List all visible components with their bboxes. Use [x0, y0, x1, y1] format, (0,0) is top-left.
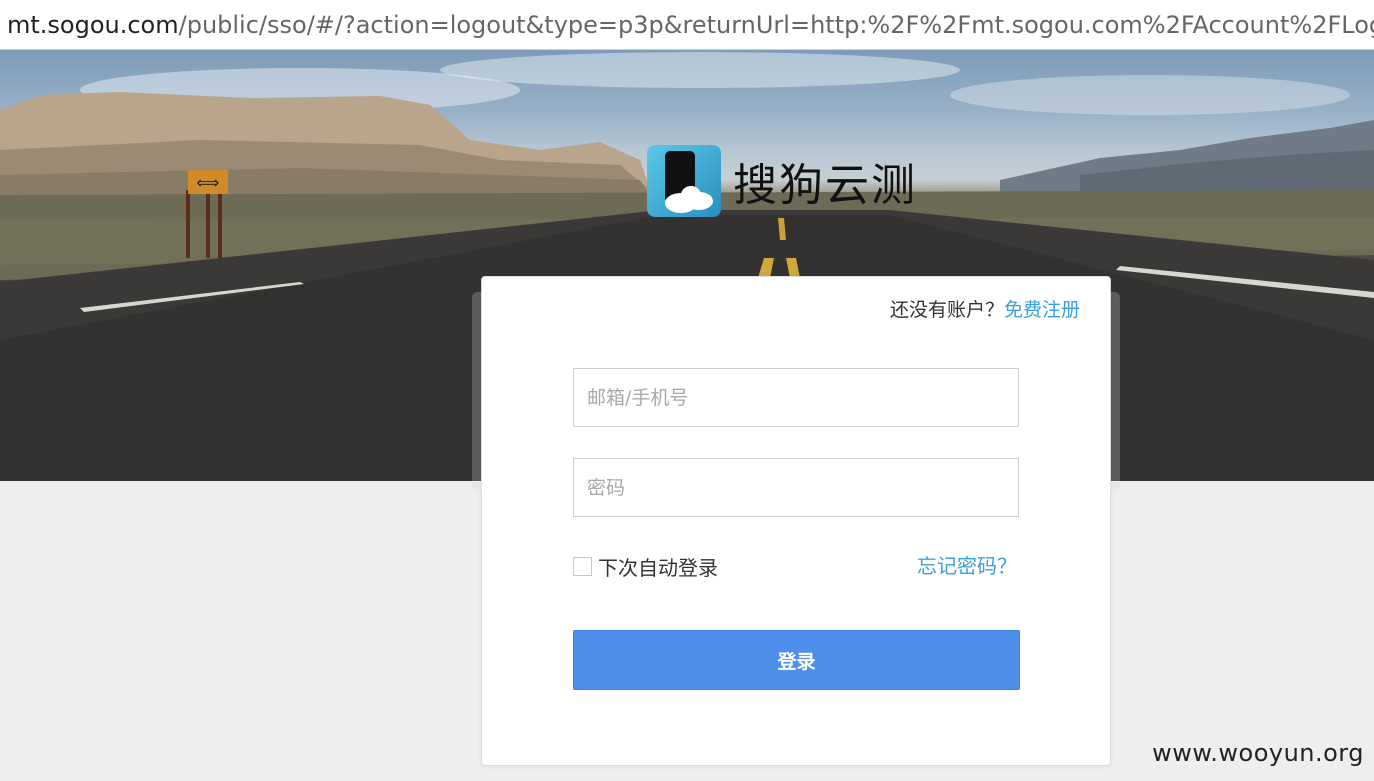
password-field[interactable]	[573, 458, 1019, 517]
register-prompt-row: 还没有账户？免费注册	[890, 295, 1080, 322]
url-path: /public/sso/#/?action=logout&type=p3p&re…	[178, 10, 1374, 39]
remember-me[interactable]: 下次自动登录	[573, 552, 718, 581]
brand-title: 搜狗云测	[733, 160, 917, 211]
url-host: mt.sogou.com	[7, 10, 179, 39]
brand-logo: 搜狗云测	[647, 145, 917, 217]
email-field[interactable]	[573, 368, 1019, 427]
register-link[interactable]: 免费注册	[1004, 299, 1080, 321]
watermark: www.wooyun.org	[1152, 739, 1364, 767]
phone-cloud-icon	[647, 145, 721, 217]
remember-label: 下次自动登录	[598, 556, 718, 580]
register-prompt: 还没有账户？	[889, 299, 1004, 321]
address-bar[interactable]: mt.sogou.com/public/sso/#/?action=logout…	[0, 0, 1374, 50]
login-button[interactable]: 登录	[573, 630, 1020, 690]
remember-checkbox[interactable]	[573, 557, 592, 576]
login-card: 还没有账户？免费注册 下次自动登录 忘记密码？ 登录	[481, 276, 1111, 766]
svg-text:⟺: ⟺	[197, 173, 220, 192]
forgot-password-link[interactable]: 忘记密码？	[917, 550, 1017, 579]
